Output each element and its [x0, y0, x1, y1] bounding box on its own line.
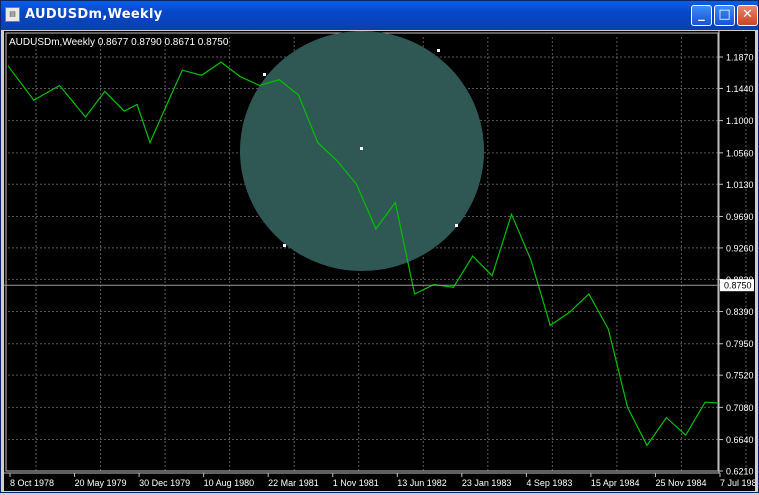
- y-tick-label: 0.9260: [726, 243, 754, 253]
- y-tick-label: 0.6210: [726, 467, 754, 477]
- x-tick-label: 22 Mar 1981: [268, 478, 319, 488]
- current-price-label: 0.8750: [724, 281, 752, 291]
- y-tick-label: 0.8390: [726, 307, 754, 317]
- window-title: AUDUSDm,Weekly: [25, 7, 163, 22]
- x-tick-label: 25 Nov 1984: [655, 478, 706, 488]
- y-tick-label: 1.1000: [726, 116, 754, 126]
- y-tick-label: 1.0130: [726, 180, 754, 190]
- y-tick-label: 1.0560: [726, 148, 754, 158]
- y-tick-label: 0.9690: [726, 212, 754, 222]
- chart-canvas[interactable]: 1.1870 1.1440 1.1000 1.0560 1.0130 0.9690 0.92…: [4, 31, 759, 491]
- title-bar[interactable]: ▤ AUDUSDm,Weekly _ □ ✕: [1, 1, 758, 30]
- x-tick-label: 4 Sep 1983: [526, 478, 572, 488]
- x-tick-label: 8 Oct 1978: [10, 478, 54, 488]
- y-tick-label: 0.7080: [726, 403, 754, 413]
- chart-window-icon[interactable]: ▤: [5, 7, 20, 22]
- ellipse-selection[interactable]: [240, 31, 484, 271]
- x-axis: 8 Oct 1978 20 May 1979 30 Dec 1979 10 Aug 1…: [4, 472, 759, 488]
- chart-window: ▤ AUDUSDm,Weekly _ □ ✕ 1.1870 1.1440 1.100…: [0, 0, 759, 493]
- x-tick-label: 10 Aug 1980: [204, 478, 255, 488]
- y-tick-label: 0.6640: [726, 435, 754, 445]
- y-tick-label: 0.7950: [726, 339, 754, 349]
- x-tick-label: 15 Apr 1984: [591, 478, 640, 488]
- maximize-button[interactable]: □: [714, 5, 735, 26]
- y-axis: 1.1870 1.1440 1.1000 1.0560 1.0130 0.9690 0.92…: [718, 31, 754, 477]
- selection-handle: [437, 49, 440, 52]
- y-tick-label: 0.7520: [726, 371, 754, 381]
- x-tick-label: 30 Dec 1979: [139, 478, 190, 488]
- close-button[interactable]: ✕: [737, 5, 758, 26]
- x-tick-label: 23 Jan 1983: [462, 478, 512, 488]
- selection-handle: [283, 244, 286, 247]
- x-tick-label: 1 Nov 1981: [333, 478, 379, 488]
- chart-header: AUDUSDm,Weekly 0.8677 0.8790 0.8671 0.87…: [9, 37, 229, 48]
- price-chart[interactable]: 1.1870 1.1440 1.1000 1.0560 1.0130 0.9690 0.92…: [4, 31, 759, 491]
- minimize-button[interactable]: _: [691, 5, 712, 26]
- x-tick-label: 13 Jun 1982: [397, 478, 447, 488]
- x-tick-label: 20 May 1979: [75, 478, 127, 488]
- y-tick-label: 1.1440: [726, 84, 754, 94]
- selection-handle: [263, 73, 266, 76]
- selection-handle: [360, 147, 363, 150]
- x-tick-label: 7 Jul 1985: [720, 478, 755, 488]
- selection-handle: [455, 224, 458, 227]
- y-tick-label: 1.1870: [726, 53, 754, 63]
